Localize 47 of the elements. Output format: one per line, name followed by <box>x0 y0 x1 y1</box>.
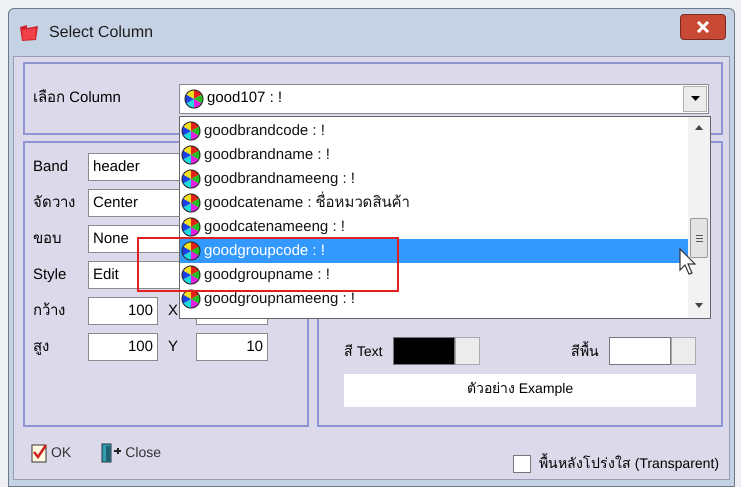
color-label: สีพื้น <box>571 340 599 360</box>
input-field[interactable]: 10 <box>196 333 268 361</box>
field-label: สูง <box>33 336 50 357</box>
dropdown-option[interactable]: goodbrandcode : ! <box>180 119 688 143</box>
color-wheel-icon <box>181 217 201 237</box>
transparent-checkbox[interactable] <box>512 454 531 472</box>
folder-icon <box>19 24 39 42</box>
color-wheel-icon <box>181 145 201 165</box>
close-button[interactable] <box>680 14 726 40</box>
input-field[interactable]: 100 <box>88 297 158 325</box>
field-label: Style <box>33 264 68 285</box>
scroll-down-icon <box>695 303 703 308</box>
close-button[interactable]: Close <box>101 442 162 463</box>
color-wheel-icon <box>181 193 201 213</box>
combo-value: good107 : ! <box>207 88 282 108</box>
field-label: Y <box>167 336 180 357</box>
color-wheel-icon <box>181 121 201 141</box>
window-title: Select Column <box>49 22 154 42</box>
close-icon <box>696 20 710 32</box>
scrollbar[interactable] <box>688 117 710 318</box>
exit-door-icon <box>101 442 124 462</box>
field-label: Band <box>33 156 70 177</box>
dropdown-option[interactable]: goodgroupnameeng : ! <box>180 287 688 311</box>
field-label: จัดวาง <box>33 192 76 213</box>
column-combo-box[interactable]: good107 : ! <box>179 84 709 114</box>
color-picker-button[interactable] <box>671 337 696 365</box>
field-label: กว้าง <box>33 300 66 321</box>
field-label: X <box>167 300 180 321</box>
caret-icon <box>690 96 700 101</box>
mouse-cursor-icon <box>679 248 699 276</box>
scroll-up-icon <box>695 125 703 130</box>
color-wheel-icon <box>181 289 201 309</box>
ok-button[interactable]: OK <box>31 442 72 463</box>
color-wheel-icon <box>181 241 201 261</box>
color-wheel-icon <box>184 88 204 108</box>
field-label: เลือก Column <box>33 88 122 108</box>
field-label: ขอบ <box>33 228 63 249</box>
checklist-icon <box>31 442 49 462</box>
color-picker-button[interactable] <box>454 337 480 365</box>
color-wheel-icon <box>181 169 201 189</box>
dropdown-button[interactable] <box>683 86 707 112</box>
checkbox-label: พื้นหลังโปร่งใส (Transparent) <box>538 453 719 473</box>
scroll-thumb[interactable] <box>690 218 708 258</box>
color-label: สี Text <box>344 342 383 360</box>
preview-box: ตัวอย่าง Example <box>344 374 696 407</box>
input-field[interactable]: 100 <box>88 333 158 361</box>
color-wheel-icon <box>181 265 201 285</box>
